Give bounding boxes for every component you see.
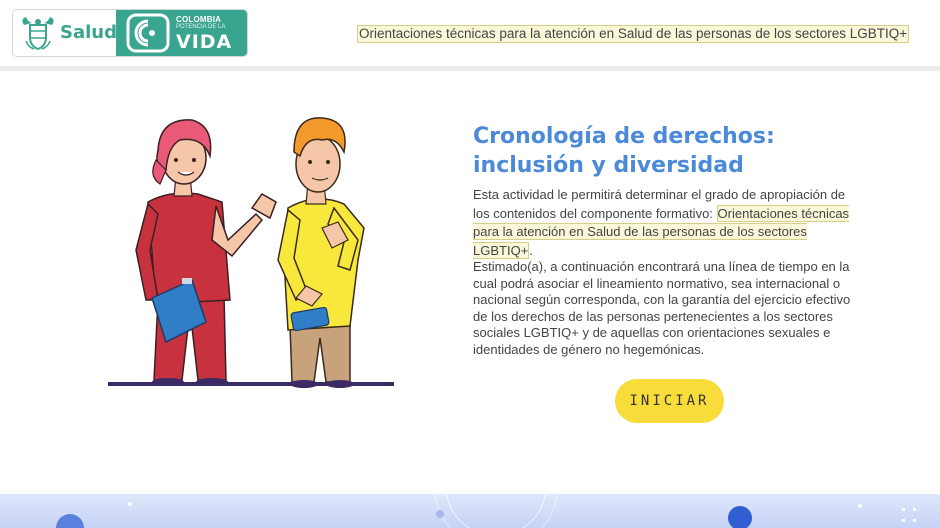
logo-vida-word: VIDA xyxy=(176,31,233,53)
two-people-talking-illustration xyxy=(108,117,394,388)
logo-salud: Salud xyxy=(13,10,117,56)
page-title-line2: inclusión y diversidad xyxy=(473,153,744,178)
colombia-wave-icon xyxy=(126,13,170,53)
instructions-paragraph: Estimado(a), a continuación encontrará u… xyxy=(473,259,851,357)
logo-banner: Salud COLOMBIA POTENCIA DE LA VIDA xyxy=(12,9,248,57)
header: Salud COLOMBIA POTENCIA DE LA VIDA Orien… xyxy=(0,0,940,71)
coat-of-arms-icon xyxy=(22,17,54,51)
intro-paragraph: Esta actividad le permitirá determinar e… xyxy=(473,186,865,260)
course-title-link[interactable]: Orientaciones técnicas para la atención … xyxy=(357,25,910,43)
page-title-line1: Cronología de derechos: xyxy=(473,124,775,149)
fullscreen-icon[interactable] xyxy=(900,506,918,524)
logo-colombia-tagline: POTENCIA DE LA xyxy=(176,24,226,30)
logo-salud-text: Salud xyxy=(60,22,117,43)
footer-decoration xyxy=(56,494,862,528)
start-button[interactable]: INICIAR xyxy=(615,379,724,423)
decorative-footer-band xyxy=(0,494,940,528)
logo-colombia: COLOMBIA POTENCIA DE LA VIDA xyxy=(116,10,247,56)
intro-period: . xyxy=(529,242,533,258)
logo-colombia-word: COLOMBIA xyxy=(176,15,222,24)
page-title: Cronología de derechos: inclusión y dive… xyxy=(473,122,873,180)
